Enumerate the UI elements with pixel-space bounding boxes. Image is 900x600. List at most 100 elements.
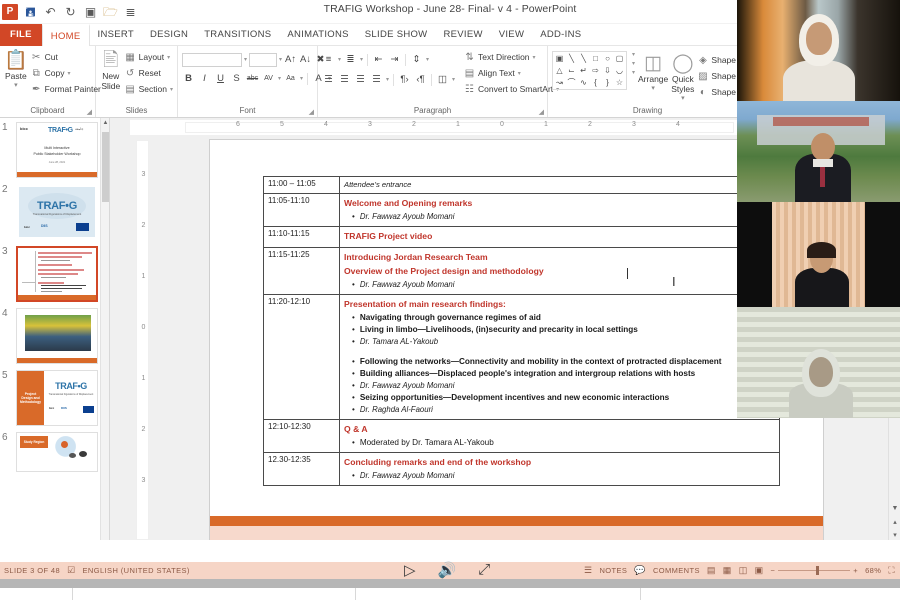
rtl-button[interactable]: ‹¶ xyxy=(414,73,427,87)
zoom-in-button[interactable]: + xyxy=(853,566,858,575)
shape-line-icon[interactable]: ╲ xyxy=(566,53,577,64)
shape-curve-icon[interactable]: ↵ xyxy=(578,65,589,76)
font-dialog-launcher[interactable]: ◢ xyxy=(309,108,314,116)
tab-home[interactable]: HOME xyxy=(41,24,90,46)
thumb-scroll-up-icon[interactable]: ▲ xyxy=(101,118,109,129)
row-content[interactable]: Welcome and Opening remarks • Dr. Fawwaz … xyxy=(339,193,780,227)
slide-thumbnail-2[interactable]: 2 TRAF•G Transnational Figurations of Di… xyxy=(2,184,103,240)
shape-textbox-icon[interactable]: ▣ xyxy=(554,53,565,64)
participant-video-1[interactable] xyxy=(737,0,900,101)
comments-icon[interactable]: 💬 xyxy=(634,565,646,576)
slide-thumbnail-pane[interactable]: 1 bicc TRAF•G جامعة Multi Interactive Pu… xyxy=(0,118,110,555)
copy-button[interactable]: ⧉ Copy ▾ xyxy=(31,66,101,80)
slide-thumbnail-3[interactable]: 3 xyxy=(2,246,103,302)
clipboard-dialog-launcher[interactable]: ◢ xyxy=(87,108,92,116)
columns-button[interactable]: ◫ xyxy=(436,73,449,87)
playback-controls[interactable]: ▷ 🔊 ⤢ xyxy=(404,561,490,579)
tab-file[interactable]: FILE xyxy=(0,24,42,46)
notes-label[interactable]: NOTES xyxy=(599,566,627,575)
thumb-scroll-handle[interactable] xyxy=(102,132,109,202)
strikethrough-button[interactable]: abc xyxy=(246,72,259,86)
shape-foldedcorner-icon[interactable]: ◡ xyxy=(614,65,625,76)
row-content[interactable]: Concluding remarks and end of the worksh… xyxy=(339,452,780,486)
shapes-more-icon[interactable]: ▾ xyxy=(632,51,635,58)
tab-design[interactable]: DESIGN xyxy=(142,24,196,46)
participant-video-3[interactable] xyxy=(737,202,900,307)
shape-elbow-icon[interactable]: ⌙ xyxy=(566,65,577,76)
quick-styles-button[interactable]: ◯ Quick Styles ▾ xyxy=(671,51,694,104)
convert-to-smartart-button[interactable]: ☷ Convert to SmartArt ▾ xyxy=(464,82,559,96)
shape-rect-icon[interactable]: □ xyxy=(590,53,601,64)
previous-slide-icon[interactable]: ▴ xyxy=(889,516,900,529)
tab-add-ins[interactable]: ADD-INS xyxy=(532,24,589,46)
shapes-gallery[interactable]: ▣ ╲ ╲ □ ○ ▢ △ ⌙ ↵ ⇨ ⇩ ◡ ↝ ⌒ ∿ { } ☆ xyxy=(552,51,627,90)
new-slide-button[interactable]: 🖹 New Slide xyxy=(100,48,122,91)
slide-counter[interactable]: SLIDE 3 OF 48 xyxy=(4,566,60,575)
play-icon[interactable]: ▷ xyxy=(404,561,416,579)
bold-button[interactable]: B xyxy=(182,72,195,86)
row-content[interactable]: Presentation of main research findings: … xyxy=(339,294,780,420)
vertical-ruler[interactable]: 3 2 1 0 1 2 3 xyxy=(136,140,149,540)
row-content[interactable]: TRAFIG Project video xyxy=(339,226,780,248)
section-button[interactable]: ▤ Section ▾ xyxy=(125,82,173,96)
slideshow-icon[interactable]: ▣ xyxy=(755,565,764,576)
slide-thumbnail-6[interactable]: 6 Study Region xyxy=(2,432,103,472)
shape-triangle-icon[interactable]: △ xyxy=(554,65,565,76)
fullscreen-icon[interactable]: ⤢ xyxy=(478,561,490,579)
agenda-table[interactable]: 11:00 – 11:05 Attendee’s entrance 11:05-… xyxy=(263,176,780,486)
participant-video-2[interactable] xyxy=(737,101,900,202)
ltr-button[interactable]: ¶› xyxy=(398,73,411,87)
text-direction-button[interactable]: ⇅ Text Direction ▾ xyxy=(464,50,559,64)
reset-button[interactable]: ↺ Reset xyxy=(125,66,173,80)
slide-canvas[interactable]: 11:00 – 11:05 Attendee’s entrance 11:05-… xyxy=(210,140,823,560)
row-content[interactable]: Attendee’s entrance xyxy=(339,176,780,194)
shape-oval-icon[interactable]: ○ xyxy=(602,53,613,64)
spellcheck-icon[interactable]: ☑ xyxy=(67,565,75,576)
align-left-button[interactable]: ☰ xyxy=(322,73,335,87)
comments-label[interactable]: COMMENTS xyxy=(653,566,700,575)
zoom-slider[interactable]: − + xyxy=(771,566,859,575)
tab-view[interactable]: VIEW xyxy=(491,24,532,46)
font-name-input[interactable] xyxy=(182,52,242,67)
shape-star-icon[interactable]: ☆ xyxy=(614,77,625,88)
increase-font-size-icon[interactable]: A↑ xyxy=(284,53,297,67)
video-conference-panel[interactable] xyxy=(737,0,900,418)
zoom-out-button[interactable]: − xyxy=(771,566,776,575)
align-right-button[interactable]: ☰ xyxy=(354,73,367,87)
decrease-font-size-icon[interactable]: A↓ xyxy=(299,53,312,67)
format-painter-button[interactable]: ✒ Format Painter xyxy=(31,82,101,96)
zoom-handle[interactable] xyxy=(816,566,820,575)
volume-icon[interactable]: 🔊 xyxy=(438,561,457,579)
row-content[interactable]: Introducing Jordan Research Team Overvie… xyxy=(339,247,780,295)
font-size-input[interactable] xyxy=(249,52,278,67)
tab-slide-show[interactable]: SLIDE SHOW xyxy=(357,24,436,46)
increase-indent-button[interactable]: ⇥ xyxy=(388,53,401,67)
line-spacing-button[interactable]: ⇕ xyxy=(410,53,423,67)
shape-rightbrace-icon[interactable]: } xyxy=(602,77,613,88)
align-text-button[interactable]: ▤ Align Text ▾ xyxy=(464,66,559,80)
shape-arc-icon[interactable]: ⌒ xyxy=(566,77,577,88)
notes-icon[interactable]: ☰ xyxy=(584,565,592,576)
row-content[interactable]: Q & A • Moderated by Dr. Tamara AL-Yakoub xyxy=(339,419,780,453)
reading-view-icon[interactable]: ◫ xyxy=(739,565,748,576)
shape-arrow-icon[interactable]: ╲ xyxy=(578,53,589,64)
shape-wave-icon[interactable]: ∿ xyxy=(578,77,589,88)
fit-slide-icon[interactable]: ⛶ xyxy=(888,565,895,576)
paragraph-dialog-launcher[interactable]: ◢ xyxy=(539,108,544,116)
align-center-button[interactable]: ☰ xyxy=(338,73,351,87)
horizontal-ruler[interactable]: 6 5 4 3 2 1 0 1 2 3 4 xyxy=(130,120,738,135)
cut-button[interactable]: ✂ Cut xyxy=(31,50,101,64)
normal-view-icon[interactable]: ▤ xyxy=(707,565,716,576)
thumbnail-scrollbar[interactable]: ▲ ▼ xyxy=(100,118,109,555)
slide-sorter-icon[interactable]: ▦ xyxy=(723,565,732,576)
zoom-level-label[interactable]: 68% xyxy=(865,566,881,575)
participant-video-4[interactable] xyxy=(737,307,900,418)
slide-thumbnail-5[interactable]: 5 Project Design and Methodology TRAF•G … xyxy=(2,370,103,426)
tab-transitions[interactable]: TRANSITIONS xyxy=(196,24,279,46)
shape-rightarrow-icon[interactable]: ⇨ xyxy=(590,65,601,76)
slide-thumbnail-4[interactable]: 4 xyxy=(2,308,103,364)
tab-animations[interactable]: ANIMATIONS xyxy=(279,24,356,46)
underline-button[interactable]: U xyxy=(214,72,227,86)
shape-leftbrace-icon[interactable]: { xyxy=(590,77,601,88)
justify-button[interactable]: ☰ xyxy=(370,73,383,87)
